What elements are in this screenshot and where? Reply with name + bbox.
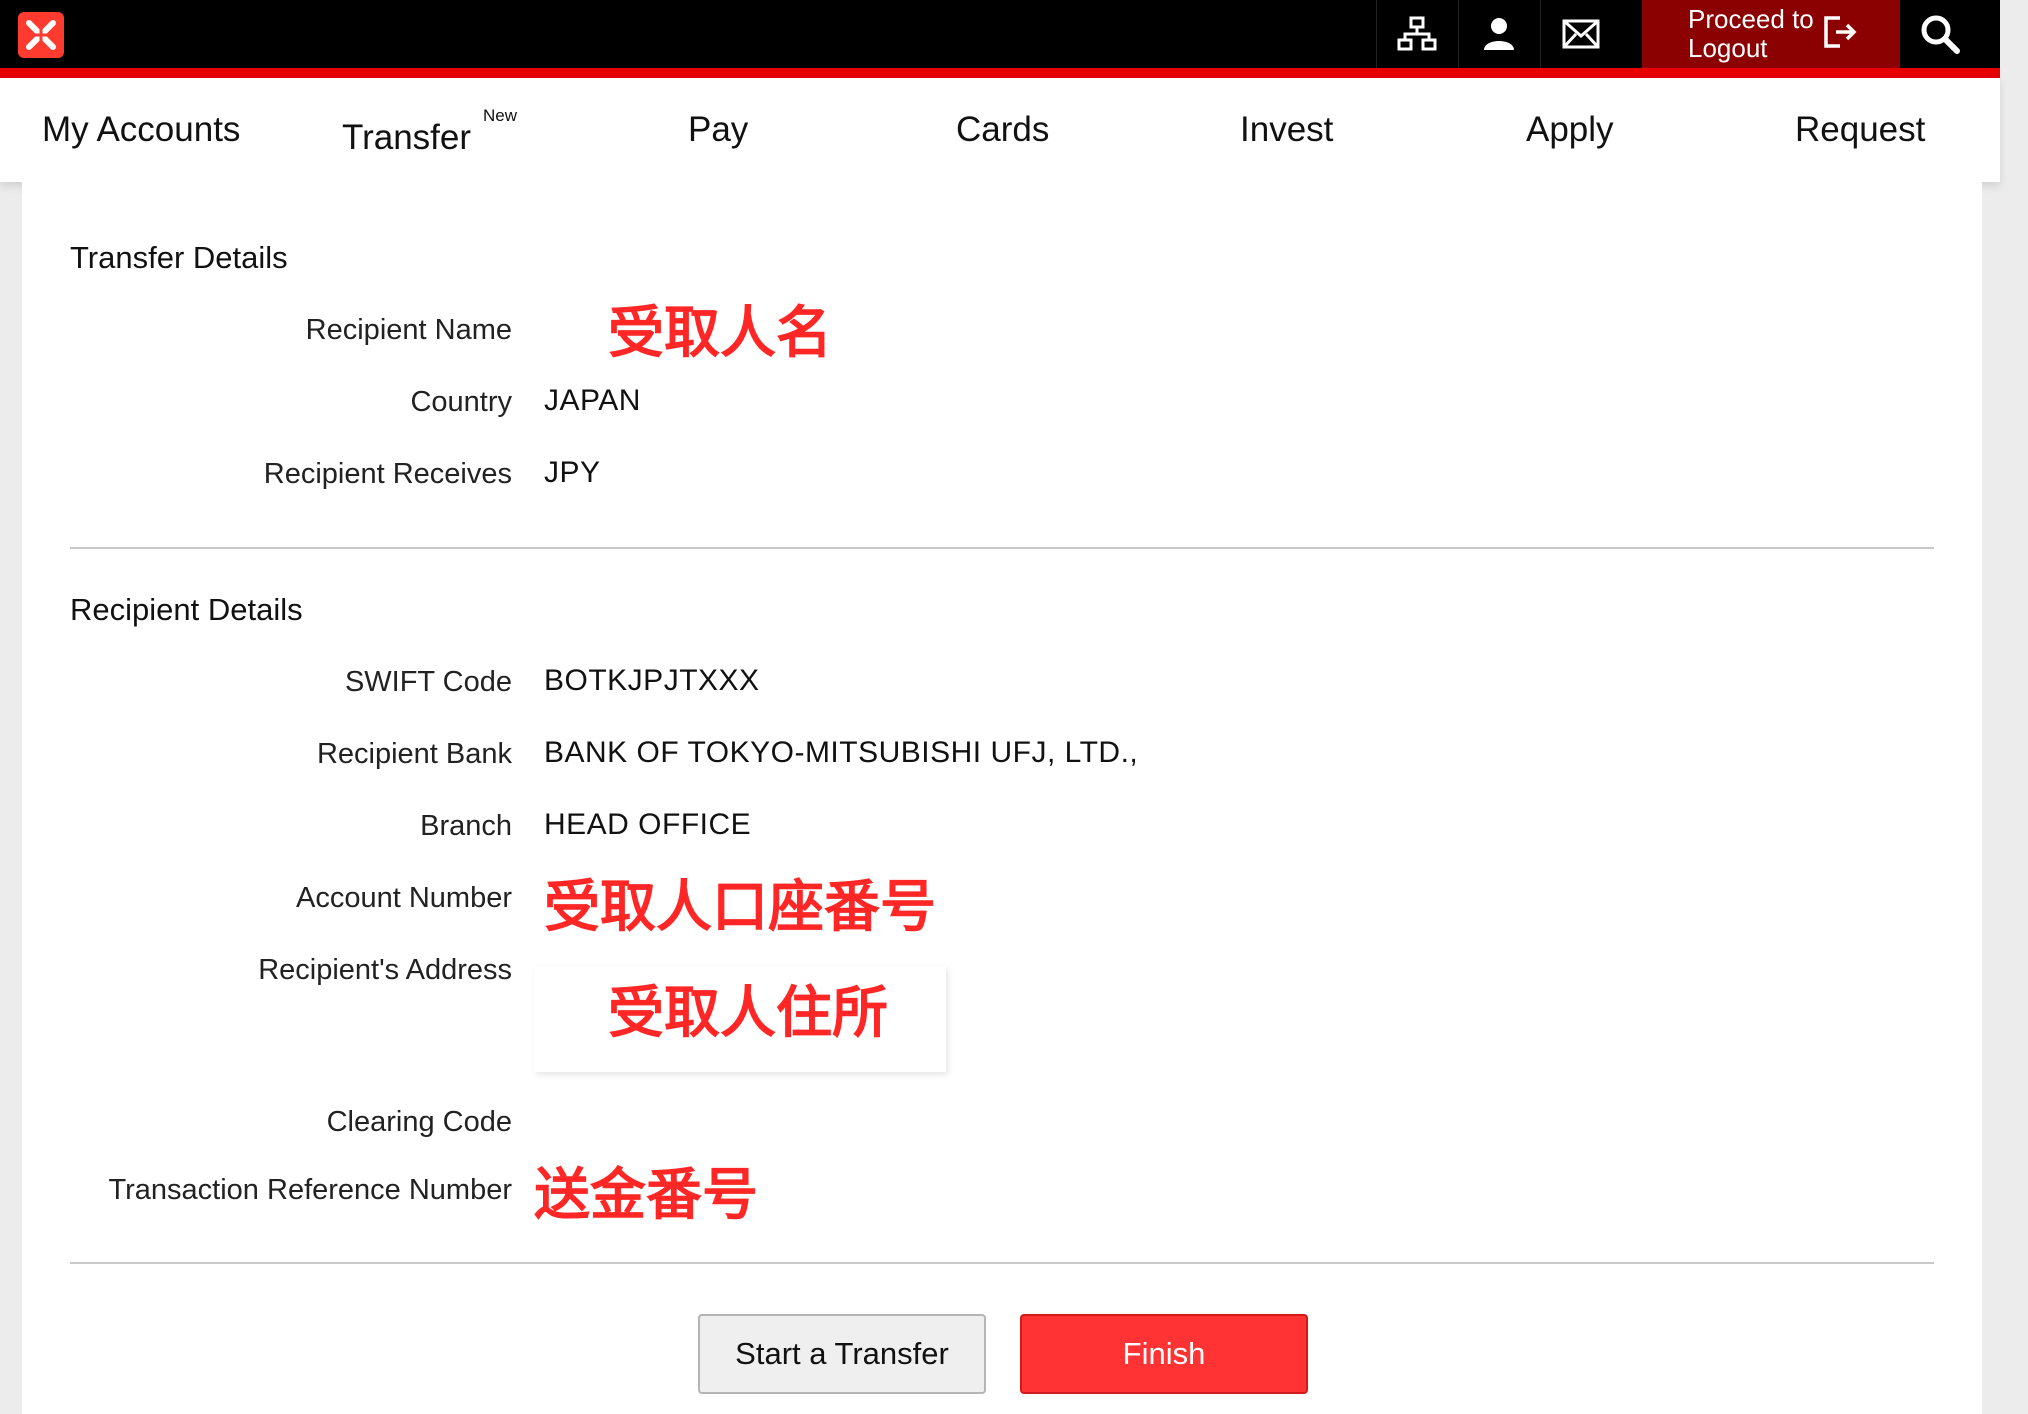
actions-divider (70, 1262, 1934, 1264)
main-nav: My Accounts Transfer New Pay Cards Inves… (0, 78, 2000, 182)
nav-transfer[interactable]: Transfer New (342, 78, 517, 182)
nav-new-badge: New (483, 106, 518, 125)
nav-request-label: Request (1795, 110, 1926, 149)
nav-request[interactable]: Request (1795, 78, 1925, 182)
recipient-receives-value: JPY (544, 456, 601, 489)
logout-icon (1822, 14, 1858, 54)
search-icon[interactable] (1900, 0, 1980, 68)
nav-cards-label: Cards (956, 110, 1050, 149)
logout-label: Proceed to Logout (1688, 5, 1814, 63)
recipient-name-value: 受取人名 (608, 301, 832, 366)
header-accent-line (0, 68, 2000, 78)
user-icon[interactable] (1458, 0, 1538, 68)
logout-label-line2: Logout (1688, 33, 1768, 63)
section-divider (70, 547, 1934, 549)
transfer-confirmation-panel: Transfer Details Recipient Name 受取人名 Cou… (22, 182, 1982, 1414)
nav-pay-label: Pay (688, 110, 749, 149)
account-number-label: Account Number (296, 882, 512, 914)
nav-invest-label: Invest (1240, 110, 1334, 149)
nav-cards[interactable]: Cards (956, 78, 1049, 182)
transaction-reference-value: 送金番号 (534, 1163, 758, 1228)
nav-my-accounts-label: My Accounts (42, 110, 241, 149)
recipient-bank-value: BANK OF TOKYO-MITSUBISHI UFJ, LTD., (544, 736, 1139, 769)
swift-code-label: SWIFT Code (344, 666, 512, 698)
nav-invest[interactable]: Invest (1240, 78, 1333, 182)
nav-transfer-label: Transfer (342, 118, 472, 157)
sitemap-icon[interactable] (1376, 0, 1456, 68)
branch-label: Branch (420, 810, 512, 842)
recipient-name-label: Recipient Name (305, 314, 512, 346)
recipient-address-value: 受取人住所 (608, 981, 888, 1046)
logout-button[interactable]: Proceed to Logout (1642, 0, 1900, 68)
bank-logo-icon[interactable] (18, 12, 64, 58)
country-value: JAPAN (544, 384, 641, 417)
top-bar: Proceed to Logout (0, 0, 2000, 78)
swift-code-value: BOTKJPJTXXX (544, 664, 760, 697)
start-transfer-button[interactable]: Start a Transfer (698, 1314, 986, 1394)
transfer-details-title: Transfer Details (70, 240, 288, 275)
clearing-code-label: Clearing Code (326, 1106, 512, 1138)
branch-value: HEAD OFFICE (544, 808, 752, 841)
mail-icon[interactable] (1540, 0, 1620, 68)
transaction-reference-label: Transaction Reference Number (108, 1174, 513, 1206)
nav-apply[interactable]: Apply (1526, 78, 1614, 182)
country-label: Country (410, 386, 512, 418)
account-number-value: 受取人口座番号 (544, 875, 936, 940)
recipient-bank-label: Recipient Bank (316, 738, 512, 770)
finish-button[interactable]: Finish (1020, 1314, 1308, 1394)
recipient-receives-label: Recipient Receives (263, 458, 512, 490)
nav-pay[interactable]: Pay (688, 78, 748, 182)
recipient-address-label: Recipient's Address (258, 954, 512, 986)
recipient-details-title: Recipient Details (70, 592, 303, 627)
nav-apply-label: Apply (1526, 110, 1614, 149)
logout-label-line1: Proceed to (1688, 4, 1814, 34)
nav-my-accounts[interactable]: My Accounts (42, 78, 240, 182)
